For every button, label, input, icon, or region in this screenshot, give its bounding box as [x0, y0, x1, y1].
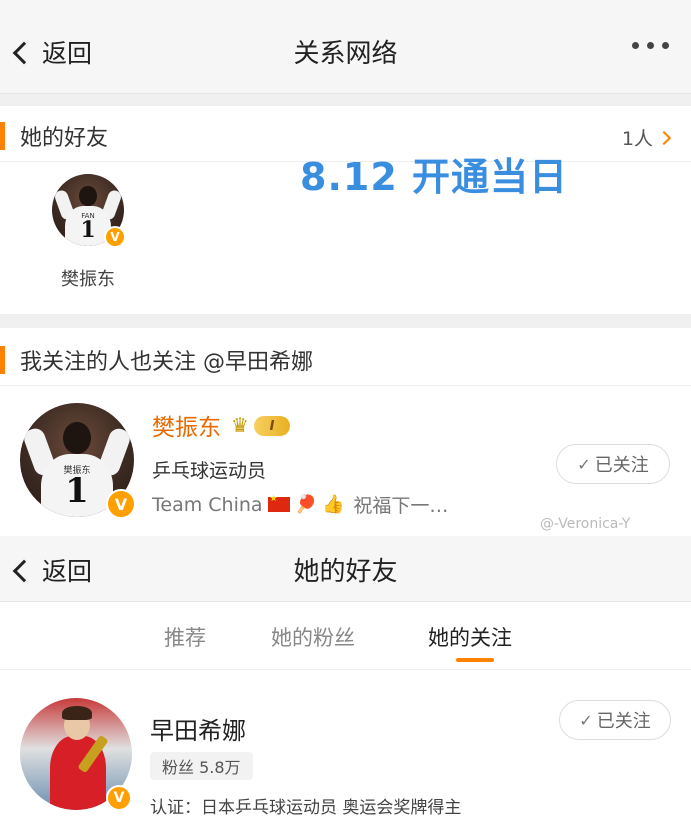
screenshot: 返回 关系网络 她的好友 1人 8.12 开通当日 FAN 1 V 樊振东 我关… — [0, 0, 691, 826]
section-divider — [0, 314, 691, 328]
verified-badge-icon: V — [106, 785, 132, 811]
user-name[interactable]: 早田希娜 — [150, 711, 246, 746]
tab-bar: 推荐 她的粉丝 她的关注 — [0, 602, 691, 670]
common-follow-header: 我关注的人也关注 @早田希娜 — [0, 330, 691, 386]
bio-tail: 祝福下一… — [353, 495, 449, 517]
user-description: 乒乓球运动员 — [152, 460, 267, 482]
section-accent-bar — [0, 122, 5, 150]
friends-count-label: 1人 — [621, 128, 653, 150]
tab-following[interactable]: 她的关注 — [428, 622, 512, 652]
chevron-right-icon — [656, 130, 672, 145]
section-divider — [0, 94, 691, 106]
verified-badge-icon: V — [106, 489, 136, 519]
china-flag-icon — [267, 494, 290, 512]
thumbs-up-icon: 👍 — [321, 494, 345, 515]
friends-count[interactable]: 1人 — [621, 124, 672, 151]
user-name[interactable]: 樊振东 — [152, 408, 221, 442]
verification-text: 认证：日本乒乓球运动员 奥运会奖牌得主 — [150, 798, 462, 818]
more-icon[interactable] — [632, 42, 669, 49]
friend-avatar[interactable]: FAN 1 V — [52, 174, 126, 248]
page-title: 她的好友 — [293, 557, 398, 587]
second-navbar: 返回 她的好友 — [0, 536, 691, 602]
crown-icon: ♛ — [231, 413, 249, 437]
bio-text: Team China — [152, 493, 263, 516]
tab-recommend[interactable]: 推荐 — [164, 622, 206, 652]
user-bio: Team China 🏓 👍 祝福下一… — [152, 491, 448, 518]
fans-count: 粉丝 5.8万 — [150, 752, 253, 780]
check-icon: ✓ — [577, 454, 591, 474]
section-accent-bar — [0, 346, 5, 374]
friend-name[interactable]: 樊振东 — [60, 265, 116, 291]
follow-button[interactable]: ✓ 已关注 — [559, 700, 671, 740]
page-title: 关系网络 — [293, 39, 398, 69]
friends-section-title: 她的好友 — [20, 126, 109, 151]
tab-fans[interactable]: 她的粉丝 — [271, 622, 355, 652]
active-tab-indicator — [456, 658, 494, 662]
verified-badge-icon: V — [104, 226, 126, 248]
watermark: @-Veronica-Y — [540, 516, 631, 532]
top-navbar: 返回 关系网络 — [0, 0, 691, 94]
follow-button[interactable]: ✓ 已关注 — [556, 444, 670, 484]
level-badge: I — [254, 416, 290, 436]
date-annotation: 8.12 开通当日 — [300, 155, 568, 199]
ping-pong-icon: 🏓 — [294, 494, 317, 515]
follow-button-label: 已关注 — [596, 711, 651, 732]
follow-button-label: 已关注 — [594, 455, 649, 476]
common-follow-title: 我关注的人也关注 @早田希娜 — [20, 350, 313, 375]
user-avatar[interactable]: 樊振东 1 V — [20, 403, 136, 519]
check-icon: ✓ — [579, 710, 593, 730]
